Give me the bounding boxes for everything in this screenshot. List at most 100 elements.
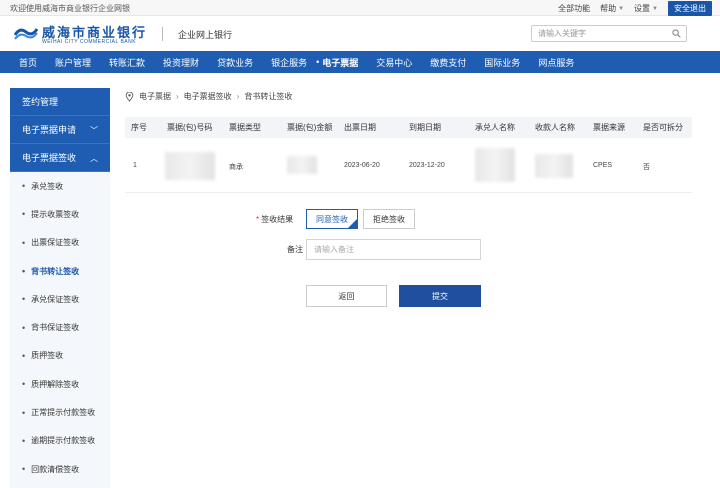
- agree-sign-label: 同意签收: [316, 214, 348, 224]
- nav-item-international[interactable]: 国际业务: [475, 56, 529, 69]
- sidebar-item-issue-guarantee[interactable]: • 出票保证签收: [10, 229, 110, 257]
- settings-label: 设置: [634, 4, 651, 13]
- sidebar-item-normal-payment[interactable]: • 正常提示付款签收: [10, 398, 110, 426]
- bill-table: 序号 票据(包)号码 票据类型 票据(包)金额 出票日期 到期日期 承兑人名称 …: [125, 117, 692, 194]
- sidebar-item-acceptance[interactable]: • 承兑签收: [10, 172, 110, 200]
- redacted-payee: [535, 154, 573, 178]
- back-button-label: 返回: [338, 291, 355, 301]
- bullet-icon: •: [22, 237, 26, 248]
- col-header-bill-number: 票据(包)号码: [167, 123, 213, 132]
- breadcrumb-separator: ›: [236, 92, 240, 101]
- all-functions-link[interactable]: 全部功能: [558, 3, 590, 14]
- main-nav: 首页 账户管理 转账汇款 投资理财 贷款业务 银企服务 • 电子票据 交易中心 …: [0, 51, 720, 73]
- breadcrumb-item[interactable]: 电子票据签收: [184, 91, 232, 102]
- sidebar-head-ebill-sign[interactable]: 电子票据签收 ︿: [10, 144, 110, 172]
- remark-label: 备注: [287, 245, 303, 254]
- reject-sign-option[interactable]: 拒绝签收: [363, 209, 415, 229]
- bank-name-en: WEIHAI CITY COMMERCIAL BANK: [42, 39, 137, 45]
- sidebar-head-label: 电子票据申请: [22, 125, 77, 135]
- table-header: 序号 票据(包)号码 票据类型 票据(包)金额 出票日期 到期日期 承兑人名称 …: [125, 117, 692, 138]
- sidebar-item-overdue-payment[interactable]: • 逾期提示付款签收: [10, 427, 110, 455]
- nav-item-trading[interactable]: 交易中心: [367, 56, 421, 69]
- nav-item-investment[interactable]: 投资理财: [154, 56, 208, 69]
- col-header-due-date: 到期日期: [409, 123, 441, 132]
- all-functions-label: 全部功能: [558, 4, 591, 13]
- cell-splittable: 否: [643, 164, 650, 171]
- sidebar-item-label: 出票保证签收: [31, 238, 80, 248]
- remark-input[interactable]: 请输入备注: [306, 239, 481, 260]
- search-icon[interactable]: [672, 29, 681, 38]
- sidebar-item-acceptance-guarantee[interactable]: • 承兑保证签收: [10, 285, 110, 313]
- top-utility-bar: 欢迎使用威海市商业银行企业网银 全部功能 帮助 ▼ 设置 ▼ 安全退出: [0, 0, 720, 16]
- bullet-icon: •: [22, 464, 26, 475]
- chevron-down-icon: ▼: [618, 5, 625, 12]
- agree-sign-option[interactable]: 同意签收: [306, 209, 358, 229]
- col-header-acceptor: 承兑人名称: [475, 123, 515, 132]
- sidebar-item-repayment[interactable]: • 回款清偿签收: [10, 455, 110, 483]
- sidebar-item-label: 回款清偿签收: [31, 464, 80, 474]
- cell-index: 1: [133, 162, 137, 169]
- sidebar-item-label: 背书保证签收: [31, 323, 80, 333]
- sign-result-label: * 签收结果: [256, 214, 293, 225]
- cell-issue-date: 2023-06-20: [344, 162, 380, 169]
- col-header-payee: 收款人名称: [535, 123, 575, 132]
- help-label: 帮助: [600, 4, 617, 13]
- brand-header: 威海市商业银行 WEIHAI CITY COMMERCIAL BANK 企业网上…: [0, 17, 720, 50]
- submit-button-label: 提交: [432, 291, 448, 301]
- chevron-up-icon: ︿: [90, 154, 98, 163]
- brand-divider: [162, 27, 163, 41]
- nav-item-payments[interactable]: 缴费支付: [421, 56, 475, 69]
- nav-item-loans[interactable]: 贷款业务: [208, 56, 262, 69]
- sidebar-item-label: 提示收票签收: [31, 209, 80, 219]
- bullet-icon: •: [22, 209, 26, 220]
- col-header-bill-type: 票据类型: [229, 123, 261, 132]
- redacted-acceptor: [475, 148, 515, 182]
- sidebar-item-prompt-receive[interactable]: • 提示收票签收: [10, 200, 110, 228]
- chevron-down-icon: ﹀: [90, 126, 98, 135]
- col-header-source: 票据来源: [593, 123, 625, 132]
- nav-item-transfer[interactable]: 转账汇款: [100, 56, 154, 69]
- location-pin-icon: [125, 91, 134, 102]
- sidebar-head-label: 电子票据签收: [22, 153, 77, 163]
- reject-sign-label: 拒绝签收: [373, 214, 405, 224]
- sidebar-head-ebill-apply[interactable]: 电子票据申请 ﹀: [10, 116, 110, 144]
- submit-button[interactable]: 提交: [399, 285, 481, 307]
- sidebar-item-endorse-transfer[interactable]: • 背书转让签收: [10, 257, 110, 285]
- sign-result-label-text: 签收结果: [261, 215, 294, 224]
- back-button[interactable]: 返回: [306, 285, 387, 307]
- nav-item-e-bills[interactable]: 电子票据: [313, 56, 367, 69]
- sidebar-item-endorse-guarantee[interactable]: • 背书保证签收: [10, 313, 110, 341]
- nav-item-accounts[interactable]: 账户管理: [46, 56, 100, 69]
- sidebar-head-contract[interactable]: 签约管理: [10, 88, 110, 116]
- nav-item-branches[interactable]: 网点服务: [529, 56, 583, 69]
- sidebar-item-label: 承兑保证签收: [31, 294, 80, 304]
- bullet-icon: •: [22, 266, 26, 277]
- top-links: 全部功能 帮助 ▼ 设置 ▼ 安全退出: [558, 1, 712, 16]
- redacted-amount: [287, 156, 317, 174]
- nav-item-bank-enterprise[interactable]: 银企服务: [262, 56, 316, 69]
- required-mark: *: [256, 215, 260, 224]
- nav-item-home[interactable]: 首页: [10, 56, 46, 69]
- col-header-amount: 票据(包)金额: [287, 123, 333, 132]
- remark-placeholder: 请输入备注: [314, 245, 354, 254]
- search-input[interactable]: 请输入关键字: [531, 25, 687, 42]
- welcome-text: 欢迎使用威海市商业银行企业网银: [10, 4, 130, 13]
- settings-menu[interactable]: 设置 ▼: [634, 3, 658, 14]
- sidebar-item-label: 承兑签收: [31, 181, 64, 191]
- chevron-down-icon: ▼: [652, 5, 658, 12]
- sidebar-item-pledge-release[interactable]: • 质押解除签收: [10, 370, 110, 398]
- breadcrumb-item[interactable]: 电子票据: [139, 91, 171, 102]
- sidebar-item-label: 逾期提示付款签收: [31, 436, 96, 446]
- cell-due-date: 2023-12-20: [409, 162, 445, 169]
- bank-logo-icon[interactable]: [14, 23, 38, 41]
- sidebar-item-label: 背书转让签收: [31, 266, 80, 276]
- col-header-issue-date: 出票日期: [344, 123, 376, 132]
- bullet-icon: •: [22, 379, 26, 390]
- table-row[interactable]: 1 商承 2023-06-20 2023-12-20 CPES 否: [125, 138, 692, 193]
- help-menu[interactable]: 帮助 ▼: [600, 3, 624, 14]
- sidebar-head-label: 签约管理: [22, 97, 59, 107]
- breadcrumb-separator: ›: [176, 92, 179, 101]
- sidebar-item-pledge[interactable]: • 质押签收: [10, 342, 110, 370]
- search-placeholder: 请输入关键字: [538, 29, 586, 38]
- logout-button[interactable]: 安全退出: [668, 1, 712, 16]
